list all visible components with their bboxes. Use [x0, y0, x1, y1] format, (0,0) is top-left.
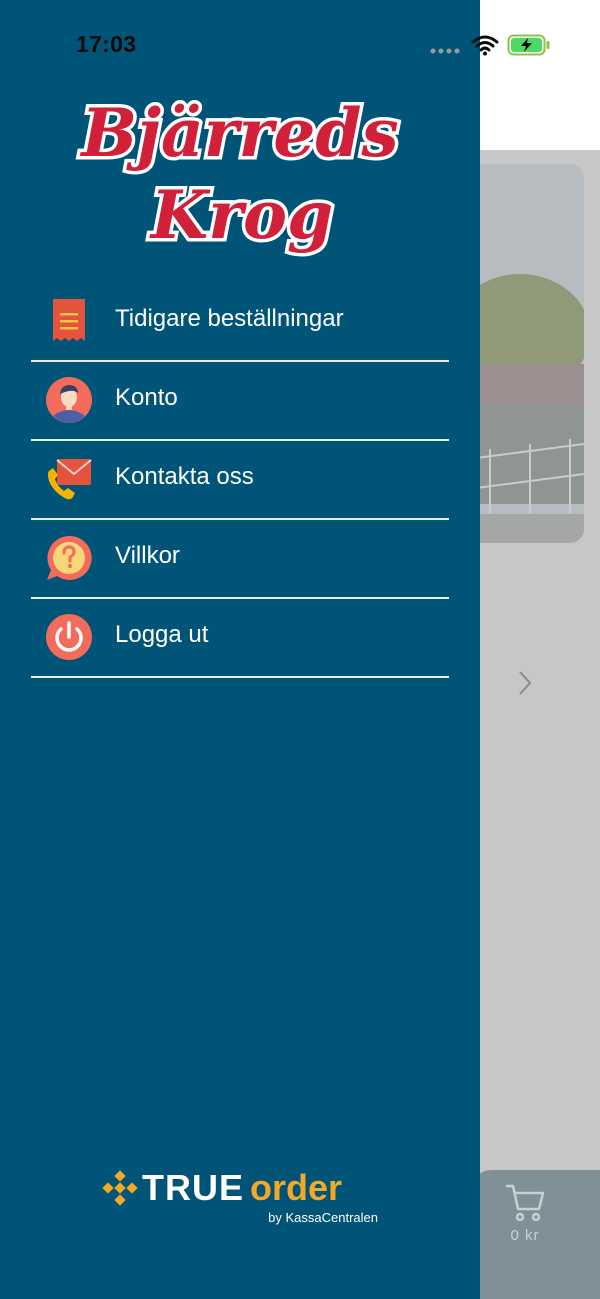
battery-charging-icon: [507, 34, 550, 56]
brand-logo: Bjärreds Krog: [76, 91, 402, 258]
svg-text:Bjärreds: Bjärreds: [79, 94, 398, 172]
menu-item-logout[interactable]: Logga ut: [31, 599, 449, 678]
chevron-right-icon[interactable]: [516, 668, 536, 698]
terms-question-icon: [47, 535, 92, 580]
svg-text:TRUE: TRUE: [142, 1168, 244, 1208]
drawer-menu: Tidigare beställningar Konto Kontakta os…: [31, 283, 449, 678]
power-icon: [46, 614, 92, 660]
wifi-icon: [471, 35, 499, 56]
menu-item-previous-orders[interactable]: Tidigare beställningar: [31, 283, 449, 362]
menu-item-label: Tidigare beställningar: [115, 305, 344, 332]
menu-item-contact[interactable]: Kontakta oss: [31, 441, 449, 520]
status-bar: 17:03: [0, 0, 600, 80]
menu-item-account[interactable]: Konto: [31, 362, 449, 441]
svg-text:by KassaCentralen: by KassaCentralen: [268, 1210, 378, 1225]
status-time: 17:03: [76, 31, 137, 57]
receipt-icon: [53, 299, 85, 341]
trueorder-logo: TRUE order by KassaCentralen: [102, 1168, 378, 1225]
menu-item-label: Kontakta oss: [115, 463, 254, 490]
side-drawer: Bjärreds Krog Tidigare beställningar Kon…: [0, 0, 480, 1299]
svg-text:order: order: [250, 1168, 342, 1208]
menu-item-label: Villkor: [115, 542, 180, 569]
cellular-signal-icon: [430, 48, 460, 54]
menu-item-label: Konto: [115, 384, 178, 411]
menu-item-label: Logga ut: [115, 621, 209, 648]
cart-icon[interactable]: [504, 1182, 546, 1224]
menu-item-terms[interactable]: Villkor: [31, 520, 449, 599]
contact-phone-mail-icon: [48, 459, 92, 500]
account-avatar-icon: [46, 377, 92, 423]
cart-total: 0 kr: [510, 1227, 540, 1244]
svg-text:Krog: Krog: [149, 176, 333, 254]
